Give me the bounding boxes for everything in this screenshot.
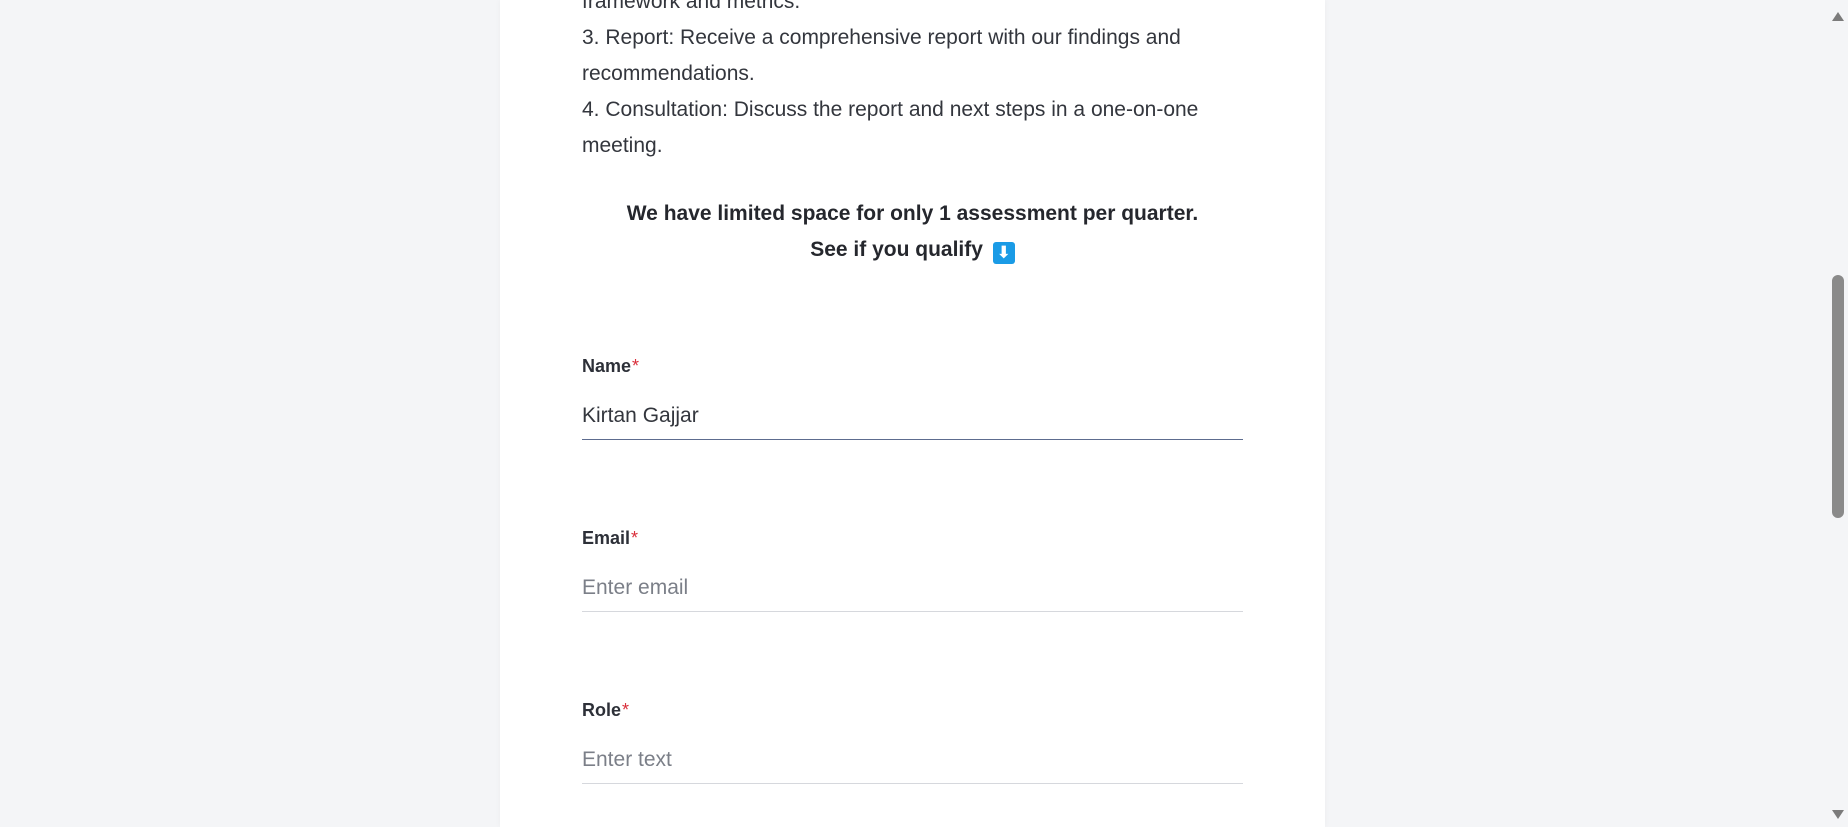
email-required-mark: * (631, 528, 639, 548)
report-step-line-1: 3. Report: Receive a comprehensive repor… (582, 26, 1181, 49)
consultation-step-line-1: 4. Consultation: Discuss the report and … (582, 98, 1199, 121)
consultation-step-line-2: meeting. (582, 134, 663, 157)
intro-text: framework and metrics. 3. Report: Receiv… (582, 0, 1243, 164)
partial-step-line: framework and metrics. (582, 0, 801, 13)
email-label: Email* (582, 526, 1243, 550)
report-step-line-2: recommendations. (582, 62, 755, 85)
vertical-scrollbar[interactable] (1828, 0, 1848, 827)
name-label-text: Name (582, 356, 632, 376)
role-label-text: Role (582, 700, 622, 720)
email-label-text: Email (582, 528, 631, 548)
limited-space-text: We have limited space for only 1 assessm… (626, 202, 1199, 225)
form-card: framework and metrics. 3. Report: Receiv… (500, 0, 1325, 827)
email-field: Email* (582, 526, 1243, 612)
scroll-down-arrow-icon[interactable] (1832, 810, 1844, 819)
qualify-text: See if you qualify (810, 238, 983, 261)
role-field: Role* (582, 698, 1243, 784)
email-input[interactable] (582, 572, 1243, 612)
name-input[interactable] (582, 400, 1243, 440)
name-required-mark: * (632, 356, 640, 376)
name-field: Name* (582, 354, 1243, 440)
role-label: Role* (582, 698, 1243, 722)
scroll-up-arrow-icon[interactable] (1832, 12, 1844, 21)
name-label: Name* (582, 354, 1243, 378)
page: framework and metrics. 3. Report: Receiv… (0, 0, 1848, 827)
down-arrow-icon: ⬇ (992, 242, 1015, 264)
steps-list: framework and metrics. 3. Report: Receiv… (582, 0, 1243, 164)
limited-space-callout: We have limited space for only 1 assessm… (582, 196, 1243, 268)
role-input[interactable] (582, 744, 1243, 784)
scrollbar-thumb[interactable] (1832, 275, 1844, 518)
role-required-mark: * (622, 700, 630, 720)
qualify-line: See if you qualify ⬇ (582, 232, 1243, 268)
